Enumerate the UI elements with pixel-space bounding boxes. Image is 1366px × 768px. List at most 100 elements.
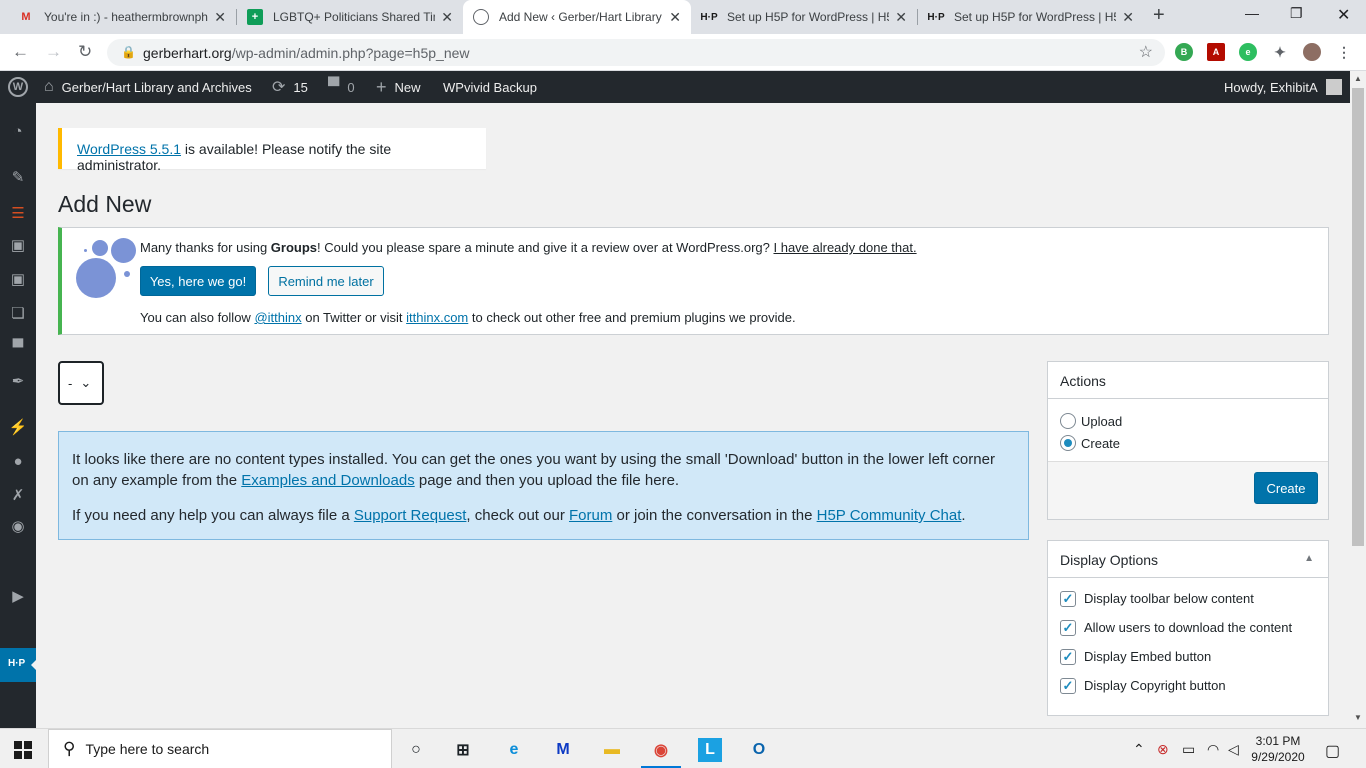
create-radio-option[interactable]: Create — [1060, 435, 1316, 451]
checkbox-toolbar-option[interactable]: ✓ Display toolbar below content — [1060, 584, 1316, 613]
close-window-button[interactable]: ✕ — [1337, 5, 1350, 25]
show-hidden-icons-chevron-icon[interactable]: ⌃ — [1133, 741, 1145, 758]
browser-tab-sheets[interactable]: + LGBTQ+ Politicians Shared Tim ✕ — [237, 0, 463, 34]
taskbar-search-box[interactable]: ⚲ Type here to search — [48, 729, 392, 768]
close-tab-icon[interactable]: ✕ — [669, 9, 681, 26]
url-text[interactable]: gerberhart.org/wp-admin/admin.php?page=h… — [143, 45, 470, 61]
my-account-menu[interactable]: Howdy, ExhibitA — [1224, 71, 1342, 103]
checkbox-download-option[interactable]: ✓ Allow users to download the content — [1060, 613, 1316, 642]
volume-muted-icon[interactable]: ◁ — [1228, 741, 1239, 758]
posts-pin-icon[interactable]: ✎ — [8, 167, 28, 187]
timeline-icon[interactable]: ☰ — [8, 203, 28, 223]
browser-tab-h5p-2[interactable]: H·P Set up H5P for WordPress | H5 ✕ — [918, 0, 1144, 34]
wp-admin-menu: ◔ ✎ ☰ ▣ ▣ ❏ ▀ ✒ ⚡ ● ✗ ◉ H·P ▶ — [0, 103, 37, 728]
lync-app-icon[interactable]: L — [698, 738, 722, 762]
checkbox-embed-option[interactable]: ✓ Display Embed button — [1060, 642, 1316, 671]
bookmark-star-icon[interactable]: ☆ — [1139, 42, 1153, 62]
security-alert-icon[interactable]: ⊗ — [1157, 741, 1169, 758]
already-done-link[interactable]: I have already done that. — [773, 240, 916, 255]
forum-link[interactable]: Forum — [569, 507, 612, 524]
settings-icon[interactable]: ◉ — [8, 516, 28, 536]
pdf-extension-icon[interactable]: A — [1207, 43, 1225, 61]
notification-center-icon[interactable]: ▢ — [1325, 741, 1340, 761]
task-view-icon[interactable]: ⊞ — [451, 738, 475, 762]
cortana-icon[interactable]: ○ — [404, 738, 428, 762]
comment-bubble-icon: ▀ — [328, 78, 340, 95]
minimize-button[interactable]: — — [1245, 5, 1259, 21]
embed-checkbox[interactable]: ✓ — [1060, 648, 1076, 665]
users-icon[interactable]: ● — [8, 451, 28, 471]
forward-arrow-icon[interactable]: → — [45, 42, 62, 62]
scrollbar-thumb[interactable] — [1352, 88, 1364, 546]
menu-item-h5p[interactable]: H·P — [0, 648, 37, 682]
remind-later-button[interactable]: Remind me later — [268, 266, 384, 296]
file-explorer-icon[interactable]: ▬ — [600, 738, 624, 762]
browser-tab-gmail[interactable]: M You're in :) - heathermbrownph ✕ — [8, 0, 236, 34]
examples-downloads-link[interactable]: Examples and Downloads — [241, 472, 414, 489]
malwarebytes-icon[interactable]: M — [551, 738, 575, 762]
play-icon[interactable]: ▶ — [8, 586, 28, 606]
wpvivid-backup-menu[interactable]: WPvivid Backup — [443, 71, 537, 103]
community-chat-link[interactable]: H5P Community Chat — [817, 507, 962, 524]
address-bar[interactable]: 🔒 gerberhart.org/wp-admin/admin.php?page… — [107, 39, 1165, 66]
groups-logo — [76, 238, 140, 298]
grammarly-extension-icon[interactable]: B — [1175, 43, 1193, 61]
updates-menu[interactable]: ⟳ 15 — [272, 71, 308, 103]
back-arrow-icon[interactable]: ← — [12, 42, 29, 62]
support-request-link[interactable]: Support Request — [354, 507, 467, 524]
outlook-icon[interactable]: O — [747, 738, 771, 762]
display-options-header[interactable]: Display Options ▲ — [1048, 541, 1328, 578]
new-content-menu[interactable]: + New — [376, 71, 421, 103]
upload-radio-option[interactable]: Upload — [1060, 413, 1316, 429]
profile-avatar[interactable] — [1303, 43, 1321, 61]
media-library-icon[interactable]: ▣ — [8, 269, 28, 289]
wifi-icon[interactable]: ◠ — [1207, 741, 1219, 758]
tools-wrench-icon[interactable]: ✗ — [8, 485, 28, 505]
yes-review-button[interactable]: Yes, here we go! — [140, 266, 256, 296]
create-radio[interactable] — [1060, 435, 1076, 451]
collapse-triangle-icon[interactable]: ▲ — [1304, 553, 1314, 564]
battery-icon[interactable]: ▭ — [1182, 741, 1195, 758]
itthinx-site-link[interactable]: itthinx.com — [406, 310, 468, 325]
scroll-down-icon[interactable]: ▼ — [1354, 713, 1362, 722]
media-icon[interactable]: ▣ — [8, 235, 28, 255]
chrome-icon[interactable]: ◉ — [649, 738, 673, 762]
extensions-puzzle-icon[interactable]: ✦ — [1271, 43, 1289, 61]
upload-radio[interactable] — [1060, 413, 1076, 429]
wp-logo-menu[interactable]: W — [8, 71, 28, 103]
taskbar-clock[interactable]: 3:01 PM 9/29/2020 — [1248, 733, 1308, 765]
comments-menu[interactable]: ▀ 0 — [328, 71, 355, 103]
create-button[interactable]: Create — [1254, 472, 1318, 504]
twitter-link[interactable]: @itthinx — [254, 310, 301, 325]
browser-tab-h5p-1[interactable]: H·P Set up H5P for WordPress | H5 ✕ — [691, 0, 917, 34]
scroll-up-icon[interactable]: ▲ — [1354, 74, 1362, 83]
browser-menu-icon[interactable]: ⋮ — [1335, 43, 1353, 61]
dashboard-icon[interactable]: ◔ — [8, 121, 28, 141]
new-tab-button[interactable]: + — [1153, 4, 1165, 27]
close-tab-icon[interactable]: ✕ — [1122, 9, 1134, 26]
toolbar-checkbox[interactable]: ✓ — [1060, 590, 1076, 607]
checkbox-copyright-option[interactable]: ✓ Display Copyright button — [1060, 671, 1316, 700]
close-tab-icon[interactable]: ✕ — [895, 9, 907, 26]
reload-icon[interactable]: ↻ — [78, 42, 92, 62]
site-name-menu[interactable]: ⌂ Gerber/Hart Library and Archives — [44, 71, 252, 103]
windows-start-icon[interactable] — [14, 741, 32, 759]
embed-option-label: Display Embed button — [1084, 649, 1212, 664]
browser-tab-active[interactable]: Add New ‹ Gerber/Hart Library ✕ — [463, 0, 691, 34]
content-type-select[interactable]: - ⌄ — [58, 361, 104, 405]
comments-icon[interactable]: ▀ — [8, 337, 28, 357]
plugins-icon[interactable]: ⚡ — [8, 417, 28, 437]
pages-icon[interactable]: ❏ — [8, 303, 28, 323]
maximize-button[interactable]: ❐ — [1290, 5, 1303, 22]
edge-icon[interactable]: e — [502, 738, 526, 762]
page-scrollbar[interactable]: ▲ ▼ — [1350, 71, 1366, 728]
download-checkbox[interactable]: ✓ — [1060, 619, 1076, 636]
appearance-feather-icon[interactable]: ✒ — [8, 371, 28, 391]
close-tab-icon[interactable]: ✕ — [441, 9, 453, 26]
close-tab-icon[interactable]: ✕ — [214, 9, 226, 26]
copyright-checkbox[interactable]: ✓ — [1060, 677, 1076, 694]
wordpress-version-link[interactable]: WordPress 5.5.1 — [77, 141, 181, 157]
evernote-extension-icon[interactable]: e — [1239, 43, 1257, 61]
browser-tab-strip: M You're in :) - heathermbrownph ✕ + LGB… — [0, 0, 1366, 34]
updates-icon: ⟳ — [272, 79, 286, 96]
